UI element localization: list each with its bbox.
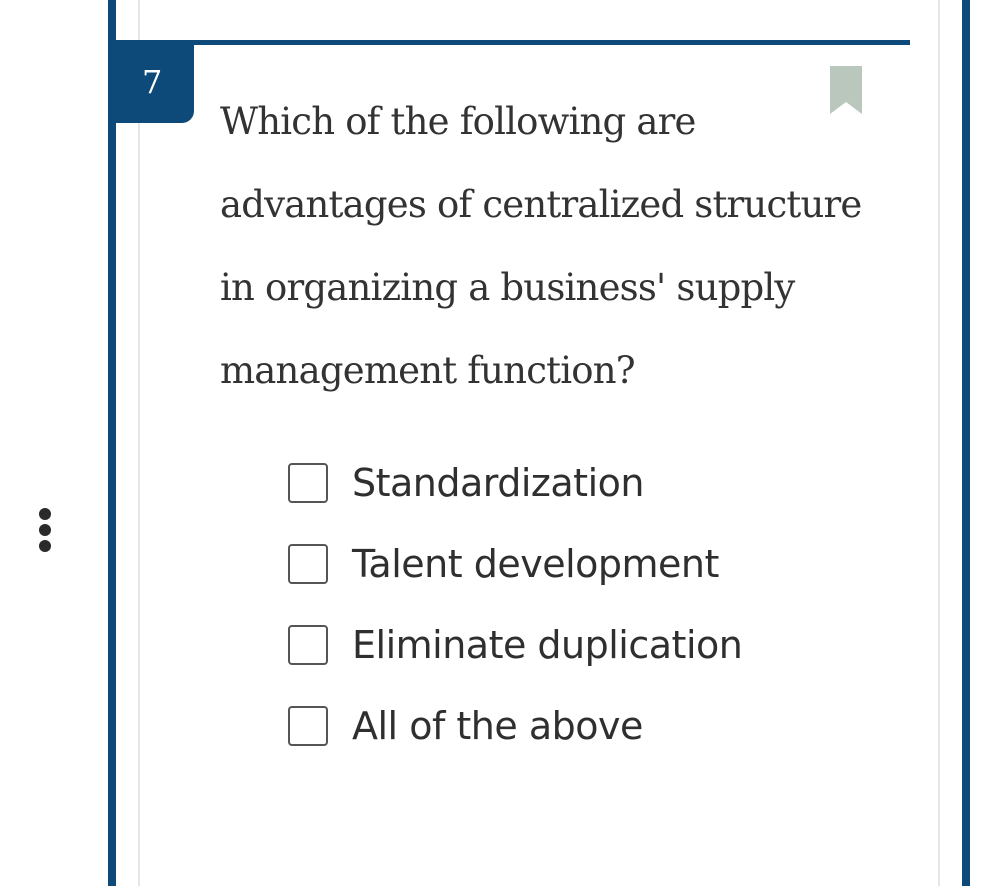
option-label: Eliminate duplication [352,622,743,667]
answer-options: Standardization Talent development Elimi… [288,442,743,766]
checkbox[interactable] [288,462,328,503]
content-divider-left [138,0,140,886]
answer-option[interactable]: Standardization [288,442,742,523]
content-divider-right [938,0,940,886]
option-label: Standardization [352,460,644,505]
question-right-border [962,0,970,886]
option-label: Talent development [352,541,719,586]
checkbox[interactable] [288,705,328,746]
question-top-rule [116,40,910,45]
more-options-icon[interactable] [30,508,60,554]
question-number-badge: 7 [116,45,194,123]
menu-dot [39,508,51,520]
answer-option[interactable]: Eliminate duplication [288,604,743,685]
question-text: Which of the following are advantages of… [220,100,862,392]
answer-option[interactable]: Talent development [288,523,742,604]
menu-dot [39,524,51,536]
answer-option[interactable]: All of the above [288,685,742,766]
option-label: All of the above [352,703,643,748]
checkbox[interactable] [288,624,328,665]
menu-dot [39,540,51,552]
checkbox[interactable] [288,543,328,584]
question-left-border [108,0,116,886]
